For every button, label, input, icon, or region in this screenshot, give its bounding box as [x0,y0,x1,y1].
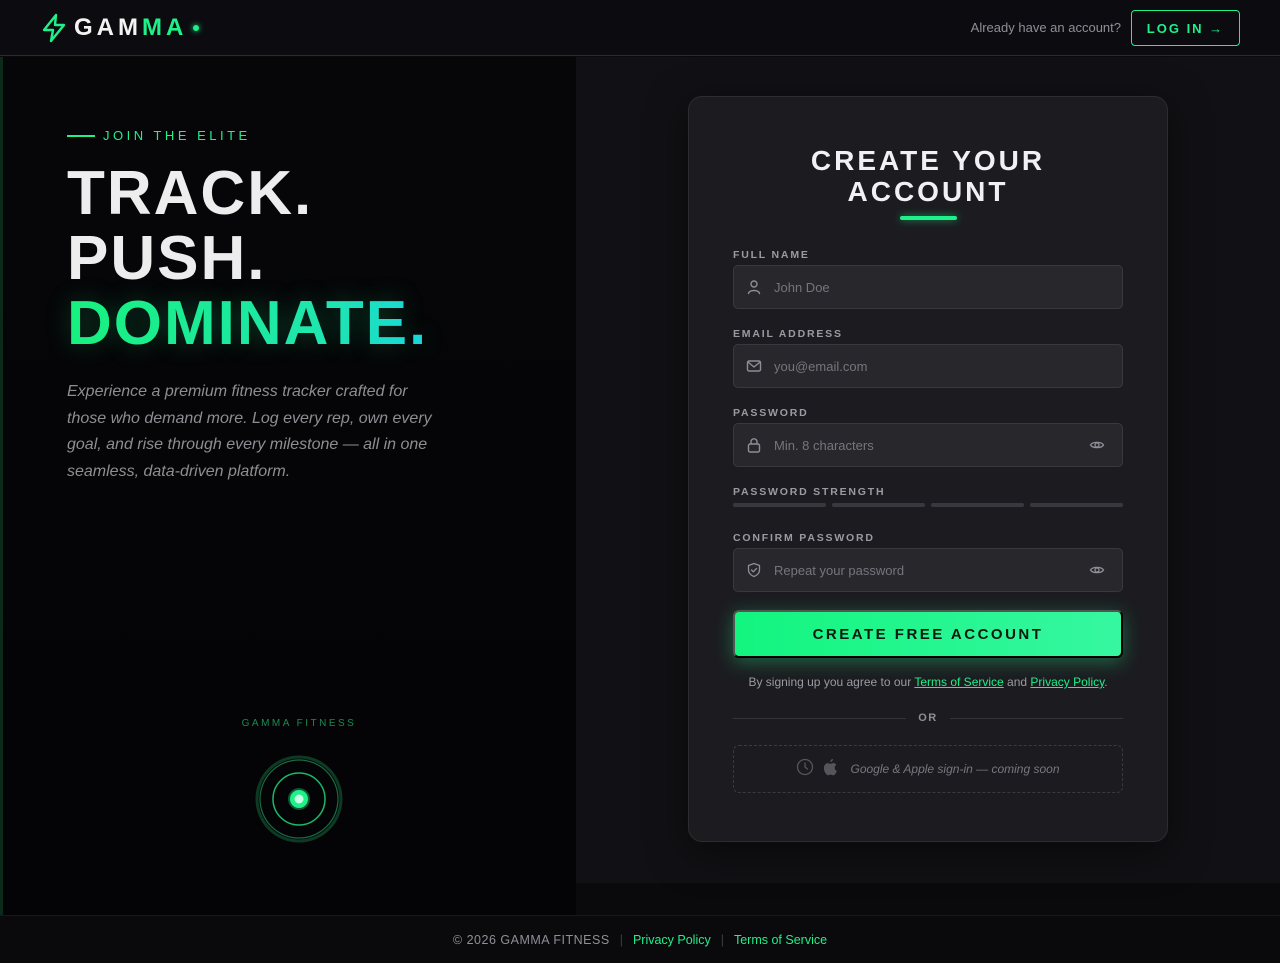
email-field[interactable] [733,344,1123,388]
logo[interactable]: GAMMA [40,13,200,43]
login-button[interactable]: LOG IN → [1131,10,1240,46]
password-input[interactable] [774,424,1072,466]
footer-separator: | [720,932,724,947]
lock-icon [734,437,774,453]
strength-segment [733,503,826,507]
hero-panel: JOIN THE ELITE TRACK. PUSH. DOMINATE. Ex… [0,57,576,915]
apple-icon [822,758,838,781]
headline-push: PUSH. [67,224,267,293]
confirm-password-field[interactable] [733,548,1123,592]
email-label: EMAIL ADDRESS [733,328,843,340]
logo-text: GAMMA [74,14,188,41]
password-strength-meter [733,503,1123,507]
form-title: CREATE YOUR ACCOUNT [810,145,1046,207]
show-password-eye-icon[interactable] [1072,437,1122,453]
social-signin-text: Google & Apple sign-in — coming soon [850,762,1060,776]
headline-dominate: DOMINATE. [67,289,429,358]
password-field[interactable] [733,423,1123,467]
clock-icon [796,758,814,781]
strength-segment [832,503,925,507]
user-icon [734,279,774,295]
confirm-password-label: CONFIRM PASSWORD [733,532,875,544]
lightning-bolt-icon [40,13,68,43]
email-input[interactable] [774,345,1122,387]
social-signin-placeholder: Google & Apple sign-in — coming soon [733,745,1123,793]
hero-headline: TRACK. PUSH. DOMINATE. [67,161,428,356]
terms-of-service-link[interactable]: Terms of Service [914,675,1003,689]
full-name-field[interactable] [733,265,1123,309]
shield-check-icon [734,562,774,578]
brand-caption: GAMMA FITNESS [241,718,357,729]
confirm-password-input[interactable] [774,549,1072,591]
headline-track: TRACK. [67,159,314,228]
footer-terms-link[interactable]: Terms of Service [734,933,827,947]
signup-card: CREATE YOUR ACCOUNT FULL NAME EMAIL ADDR… [688,96,1168,842]
legal-text: By signing up you agree to our Terms of … [748,675,1108,689]
logo-dot [193,25,200,31]
hero-description: Experience a premium fitness tracker cra… [67,383,432,480]
title-underline [900,216,957,220]
show-confirm-password-eye-icon[interactable] [1072,562,1122,578]
have-account-text: Already have an account? [970,20,1121,35]
privacy-policy-link[interactable]: Privacy Policy [1030,675,1104,689]
top-bar: GAMMA Already have an account? LOG IN → [0,0,1280,56]
or-text: OR [918,712,938,724]
strength-segment [1030,503,1123,507]
full-name-label: FULL NAME [733,249,810,261]
full-name-input[interactable] [774,266,1122,308]
eyebrow-text: JOIN THE ELITE [103,128,251,143]
footer-separator: | [619,932,623,947]
strength-segment [931,503,1024,507]
pulse-target-icon [254,754,344,844]
eyebrow-line [67,134,95,137]
or-divider: OR [733,712,1123,724]
footer: © 2026 GAMMA FITNESS | Privacy Policy | … [0,915,1280,963]
password-label: PASSWORD [733,407,809,419]
footer-privacy-link[interactable]: Privacy Policy [633,933,711,947]
password-strength-label: PASSWORD STRENGTH [733,486,886,498]
footer-copyright: © 2026 GAMMA FITNESS [452,932,610,947]
create-account-button[interactable]: CREATE FREE ACCOUNT [733,610,1123,658]
mail-icon [734,358,774,374]
hero-eyebrow: JOIN THE ELITE [67,128,251,143]
